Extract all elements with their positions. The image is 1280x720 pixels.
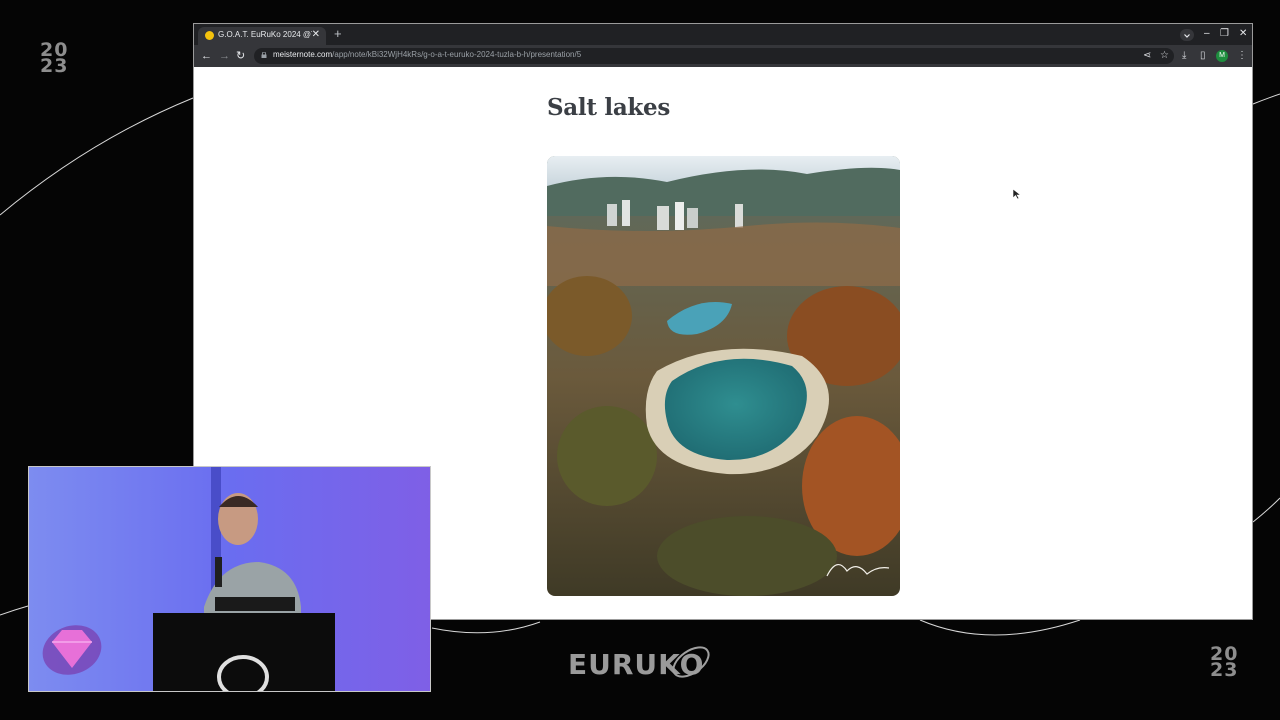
event-year-bottom-right: 20 23	[1210, 645, 1239, 681]
share-icon[interactable]: ⋖	[1143, 49, 1151, 63]
new-tab-button[interactable]: +	[334, 27, 342, 41]
lock-icon	[261, 52, 267, 58]
side-panel-icon[interactable]: ▯	[1200, 49, 1206, 63]
euruko-ring-icon	[672, 646, 710, 678]
year-bottom-digits: 23	[40, 55, 69, 77]
bookmark-star-icon[interactable]: ☆	[1160, 49, 1169, 63]
salt-lakes-photo	[547, 156, 900, 596]
url-path: /app/note/kBi32WjH4kRs/g-o-a-t-euruko-20…	[332, 50, 582, 59]
download-icon[interactable]: ⤓	[1182, 49, 1186, 63]
profile-avatar[interactable]: M	[1216, 50, 1228, 62]
tab-title: G.O.A.T. EuRuKo 2024 @T	[218, 30, 312, 39]
url-text: meisternote.com/app/note/kBi32WjH4kRs/g-…	[273, 50, 581, 59]
slide-title: Salt lakes	[547, 94, 671, 121]
salt-lakes-image	[547, 156, 900, 596]
year-bottom-digits: 23	[1210, 659, 1239, 681]
favicon-icon	[205, 31, 214, 40]
browser-toolbar: ← → ↻ meisternote.com/app/note/kBi32WjH4…	[194, 45, 1252, 67]
browser-tab[interactable]: G.O.A.T. EuRuKo 2024 @T ✕	[198, 27, 326, 45]
chevron-down-icon	[1184, 34, 1190, 38]
forward-button[interactable]: →	[219, 49, 230, 63]
reload-button[interactable]: ↻	[236, 49, 245, 63]
browser-menu-icon[interactable]: ⋮	[1237, 49, 1247, 63]
tab-search-button[interactable]	[1180, 29, 1194, 41]
restore-button[interactable]: ❐	[1220, 27, 1229, 41]
back-button[interactable]: ←	[201, 49, 212, 63]
minimize-button[interactable]: –	[1204, 27, 1210, 41]
euruko-logo: EURUKO	[566, 636, 716, 688]
mouse-cursor-icon	[1012, 188, 1022, 200]
address-bar[interactable]: meisternote.com/app/note/kBi32WjH4kRs/g-…	[254, 48, 1174, 64]
url-host: meisternote.com	[273, 50, 333, 59]
event-year-top-left: 20 23	[40, 41, 69, 77]
tab-strip: G.O.A.T. EuRuKo 2024 @T ✕ + – ❐ ✕	[194, 24, 1252, 45]
close-window-button[interactable]: ✕	[1239, 27, 1247, 41]
ruby-gem-icon	[42, 625, 102, 675]
close-icon[interactable]: ✕	[312, 29, 320, 41]
